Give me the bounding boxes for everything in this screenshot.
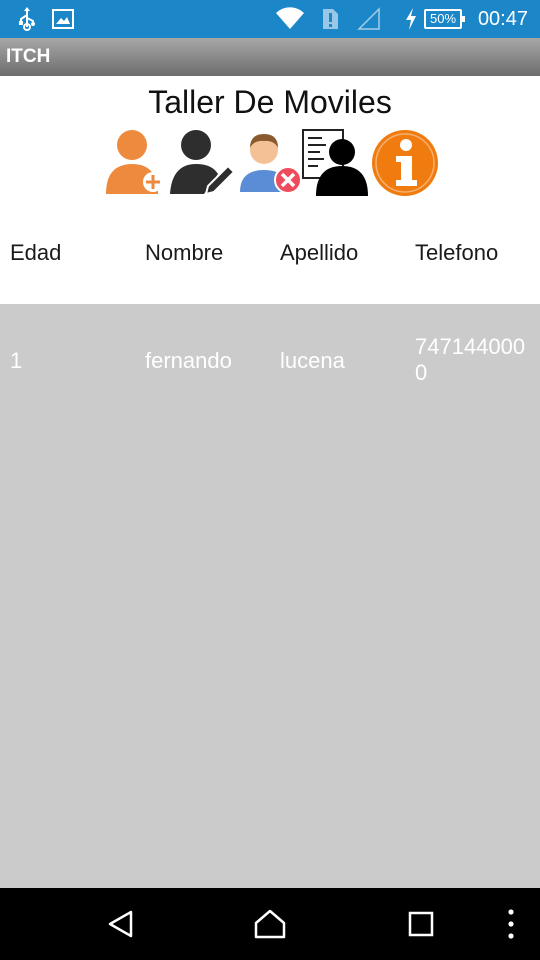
column-header-apellido: Apellido [280,240,359,265]
alert-sim-icon [318,0,342,38]
home-icon[interactable] [245,888,295,960]
no-signal-icon [356,0,382,38]
table-row[interactable]: 1 fernando lucena 7471440000 [0,304,540,414]
battery-level: 50% [429,11,457,26]
cell-apellido: lucena [280,348,345,373]
edit-user-icon[interactable] [168,128,236,198]
cell-edad: 1 [10,348,23,373]
info-icon[interactable] [370,128,438,198]
recents-icon[interactable] [396,888,446,960]
charging-icon [402,0,420,38]
app-bar: ITCH [0,38,540,76]
usb-icon [14,0,40,38]
clock: 00:47 [477,8,528,30]
cell-telefono: 7471440000 [415,334,526,385]
page-title: Taller De Moviles [148,84,392,120]
column-header-telefono: Telefono [415,240,499,265]
menu-overflow-icon[interactable] [498,888,524,960]
column-header-edad: Edad [10,240,62,265]
battery-icon: 50% [424,9,465,29]
wifi-icon [274,0,306,38]
add-user-icon[interactable] [104,128,172,198]
table-header: Edad Nombre Apellido Telefono [0,226,540,304]
status-bar: 50% 00:47 [0,0,540,38]
app-title: ITCH [6,46,51,67]
list-users-icon[interactable] [302,128,370,198]
action-toolbar [104,128,440,198]
column-header-nombre: Nombre [145,240,224,265]
image-icon [50,0,76,38]
delete-user-icon[interactable] [236,128,304,198]
cell-nombre: fernando [145,348,232,373]
back-icon[interactable] [96,888,146,960]
table-body[interactable]: 1 fernando lucena 7471440000 [0,304,540,888]
navigation-bar [0,888,540,960]
